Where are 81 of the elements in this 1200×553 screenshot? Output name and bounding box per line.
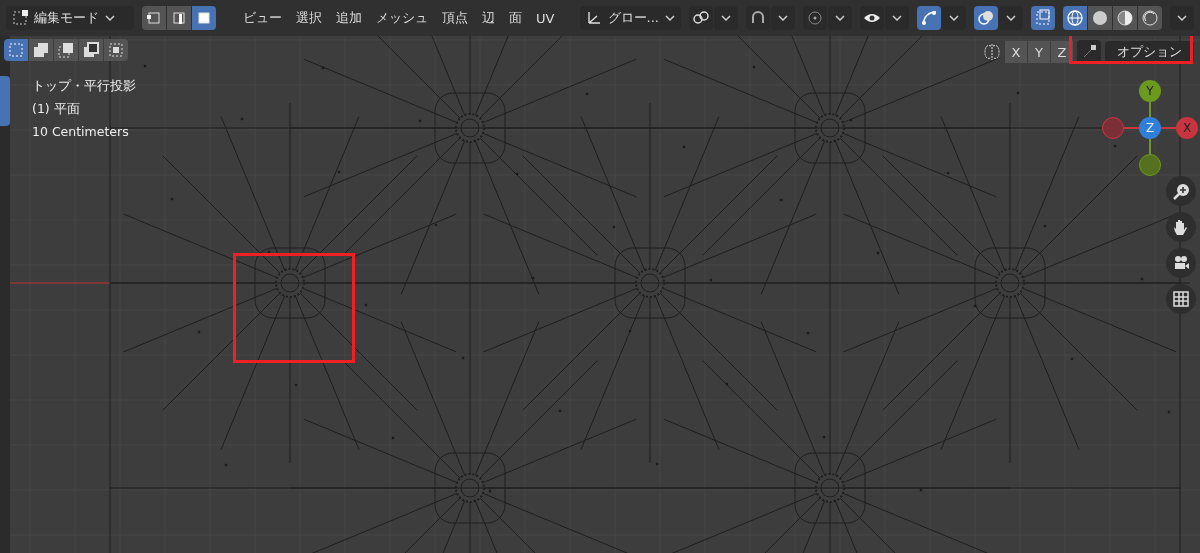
mesh-tools-button[interactable] [1077,40,1101,64]
wireframe-shading-button[interactable] [1063,6,1087,30]
y-axis-handle[interactable]: Y [1139,80,1161,102]
overlay-toggle-button[interactable] [974,6,998,30]
xray-toggle-button[interactable] [1031,6,1055,30]
selection-box-icon [57,41,75,59]
axes-icon [585,10,602,26]
shading-dropdown[interactable] [1170,6,1194,30]
vertex-select-button[interactable] [142,6,166,30]
caret-icon [1177,15,1187,21]
material-sphere-icon [1116,9,1134,27]
mirror-butterfly-icon [983,43,1001,61]
caret-icon [949,15,959,21]
mirror-axis-toggle[interactable]: Y [1028,41,1050,63]
zoom-in-icon [1171,181,1191,201]
orientation-dropdown[interactable]: グロー... [579,6,681,30]
selection-box-icon [7,41,25,59]
snap-toggle-button[interactable] [746,6,770,30]
selection-mode-button[interactable] [29,39,53,61]
selection-box-icon [82,41,100,59]
menu-item[interactable]: 面 [502,9,529,27]
solid-shading-button[interactable] [1088,6,1112,30]
menu-item[interactable]: 頂点 [435,9,475,27]
viewport-info-text: 10 Centimeters [32,124,130,139]
caret-icon [665,15,675,21]
mode-dropdown[interactable]: 編集モード [6,6,134,30]
viewport-info-text: (1) 平面 [32,101,81,118]
proportional-toggle-button[interactable] [803,6,827,30]
visibility-toggle-button[interactable] [860,6,884,30]
caret-icon [778,15,788,21]
caret-icon [835,15,845,21]
menu-item[interactable]: 選択 [289,9,329,27]
face-select-button[interactable] [192,6,216,30]
zoom-button[interactable] [1166,176,1196,206]
edge-select-button[interactable] [167,6,191,30]
caret-icon [1006,15,1016,21]
caret-icon [105,15,115,21]
dropdown-button[interactable] [771,6,795,30]
selection-mode-button[interactable] [79,39,103,61]
rendered-sphere-icon [1141,9,1159,27]
selection-box-icon [107,41,125,59]
dropdown-button[interactable] [714,6,738,30]
selection-mode-button[interactable] [54,39,78,61]
line-node-icon [1081,44,1097,60]
dropdown-button[interactable] [828,6,852,30]
vertex-icon [145,9,163,27]
xray-icon [1034,9,1052,27]
wireframe-sphere-icon [1066,9,1084,27]
gizmo-icon [920,9,938,27]
dropdown-button[interactable] [942,6,966,30]
selection-mode-button[interactable] [104,39,128,61]
viewport-info-text: トップ・平行投影 [32,78,136,95]
grid-icon [1171,289,1191,309]
edit-mode-icon [12,10,28,26]
overlay-icon [977,9,995,27]
mirror-axis-toggle[interactable]: X [1005,41,1027,63]
solid-sphere-icon [1091,9,1109,27]
menu-item[interactable]: UV [529,9,562,27]
dropdown-button[interactable] [999,6,1023,30]
negative-x-axis-handle[interactable] [1102,117,1124,139]
menu-item[interactable]: メッシュ [369,9,435,27]
edge-icon [170,9,188,27]
menu-item[interactable]: 追加 [329,9,369,27]
pivot-toggle-button[interactable] [689,6,713,30]
camera-button[interactable] [1166,248,1196,278]
caret-icon [721,15,731,21]
selection-box-icon [32,41,50,59]
menu-item[interactable]: 辺 [475,9,502,27]
dropdown-button[interactable] [885,6,909,30]
menu-item[interactable]: ビュー [236,9,289,27]
negative-y-axis-handle[interactable] [1139,154,1161,176]
proportional-icon [806,9,824,27]
pan-button[interactable] [1166,212,1196,242]
ortho-view-button[interactable] [1166,284,1196,314]
pivot-icon [692,9,710,27]
face-icon [195,9,213,27]
caret-icon [892,15,902,21]
material-shading-button[interactable] [1113,6,1137,30]
gizmo-toggle-button[interactable] [917,6,941,30]
z-axis-handle[interactable]: Z [1139,117,1161,139]
rendered-shading-button[interactable] [1138,6,1162,30]
